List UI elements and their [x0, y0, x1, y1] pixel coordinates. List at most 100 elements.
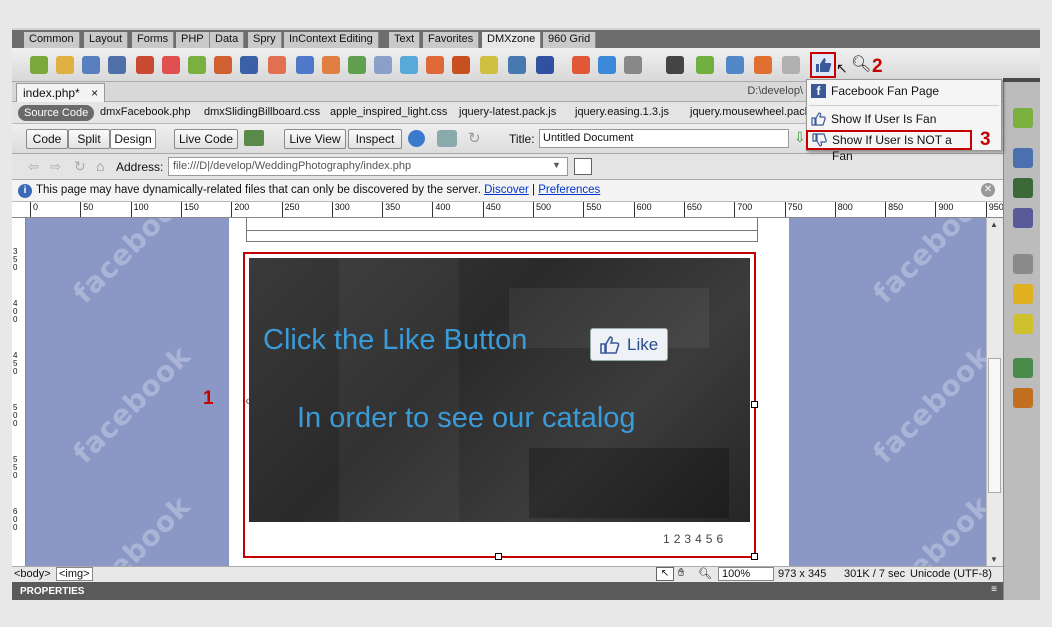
tab-960-grid[interactable]: 960 Grid	[543, 32, 597, 48]
title-input[interactable]: Untitled Document	[539, 129, 789, 148]
table-icon[interactable]	[56, 56, 74, 74]
list-icon[interactable]	[348, 56, 366, 74]
briefcase-icon[interactable]	[1013, 388, 1033, 408]
database-icon[interactable]	[1013, 178, 1033, 198]
form-icon[interactable]	[322, 56, 340, 74]
pager-item[interactable]: 6	[716, 532, 727, 546]
widget-icon[interactable]	[188, 56, 206, 74]
tab-forms[interactable]: Forms	[132, 32, 175, 48]
tab-text[interactable]: Text	[389, 32, 421, 48]
related-file[interactable]: dmxFacebook.php	[100, 106, 191, 118]
check-page-icon[interactable]	[244, 130, 264, 146]
pager-item[interactable]: 3	[684, 532, 695, 546]
pager-item[interactable]: 2	[674, 532, 685, 546]
forward-icon[interactable]: ⇨	[50, 159, 61, 175]
sitemap-icon[interactable]	[1013, 358, 1033, 378]
tab-data[interactable]: Data	[210, 32, 245, 48]
visual-aids-icon[interactable]	[437, 130, 457, 147]
related-file[interactable]: dmxSlidingBillboard.css	[204, 106, 320, 118]
picture-icon[interactable]	[536, 56, 554, 74]
document-icon[interactable]	[782, 56, 800, 74]
media-icon[interactable]	[162, 56, 180, 74]
menu-item-show-if-fan[interactable]: Show If User Is Fan	[807, 109, 1001, 129]
file-icon[interactable]	[1013, 254, 1033, 274]
options-icon[interactable]	[574, 158, 592, 175]
zoom-icon[interactable]: 🔍︎	[698, 567, 712, 580]
edit-icon[interactable]	[374, 56, 392, 74]
chart-icon[interactable]	[696, 56, 714, 74]
fullscreen-icon[interactable]	[726, 56, 744, 74]
tab-common[interactable]: Common	[24, 32, 80, 48]
home-icon[interactable]: ⌂	[96, 158, 104, 174]
panel-options-icon[interactable]: ≡	[991, 584, 997, 595]
rss-icon[interactable]	[426, 56, 444, 74]
like-button[interactable]: Like	[590, 328, 668, 361]
network-icon[interactable]	[108, 56, 126, 74]
source-code-button[interactable]: Source Code	[18, 105, 95, 121]
flask-icon[interactable]	[1013, 108, 1033, 128]
pager-item[interactable]: 4	[695, 532, 706, 546]
gallery-icon[interactable]	[452, 56, 470, 74]
search-icon[interactable]: 🔍︎	[851, 54, 871, 74]
refresh-icon[interactable]: ↻	[468, 129, 481, 147]
resize-handle[interactable]	[751, 553, 758, 560]
film-icon[interactable]	[136, 56, 154, 74]
related-file[interactable]: jquery.easing.1.3.js	[575, 106, 669, 118]
scroll-thumb[interactable]	[988, 358, 1001, 493]
billboard-image[interactable]: Click the Like Button Like In order to s…	[249, 258, 750, 522]
related-file[interactable]: jquery.mousewheel.pack	[690, 106, 810, 118]
menu-item-show-if-not-fan[interactable]: Show If User Is NOT a Fan	[806, 130, 972, 163]
menu-item-facebook-fan-page[interactable]: f Facebook Fan Page	[807, 81, 1001, 101]
facebook-like-icon[interactable]	[810, 52, 836, 78]
billboard-selection[interactable]: Click the Like Button Like In order to s…	[243, 252, 758, 560]
refresh-icon[interactable]	[82, 56, 100, 74]
lightning-icon[interactable]	[1013, 314, 1033, 334]
binding-icon[interactable]	[1013, 208, 1033, 228]
blocks-icon[interactable]	[1013, 148, 1033, 168]
slideshow-icon[interactable]	[400, 56, 418, 74]
resize-handle[interactable]	[495, 553, 502, 560]
inspect-button[interactable]: Inspect	[348, 129, 402, 149]
assets-icon[interactable]	[1013, 284, 1033, 304]
properties-panel-header[interactable]: PROPERTIES ≡	[12, 582, 1003, 600]
address-input[interactable]: file:///D|/develop/WeddingPhotography/in…	[168, 157, 568, 176]
vertical-scrollbar[interactable]: ▲ ▼	[986, 218, 1003, 566]
book-icon[interactable]	[480, 56, 498, 74]
tab-incontext-editing[interactable]: InContext Editing	[284, 32, 379, 48]
split-view-button[interactable]: Split	[68, 129, 110, 149]
related-file[interactable]: jquery-latest.pack.js	[459, 106, 556, 118]
code-view-button[interactable]: Code	[26, 129, 68, 149]
tab-favorites[interactable]: Favorites	[423, 32, 480, 48]
tag-selector-active[interactable]: <img>	[56, 567, 93, 581]
zoom-select[interactable]: 100%	[718, 567, 774, 581]
pager-item[interactable]: 1	[663, 532, 674, 546]
scroll-down-icon[interactable]: ▼	[990, 555, 998, 564]
twitter-icon[interactable]	[598, 56, 616, 74]
grid-icon[interactable]	[296, 56, 314, 74]
design-canvas[interactable]: facebook facebook facebook facebook face…	[26, 218, 986, 566]
pager-item[interactable]: 5	[706, 532, 717, 546]
live-view-button[interactable]: Live View	[284, 129, 346, 149]
tab-spry[interactable]: Spry	[248, 32, 282, 48]
window-icon[interactable]	[572, 56, 590, 74]
close-icon[interactable]: ✕	[981, 183, 995, 197]
bookmark-icon[interactable]	[268, 56, 286, 74]
swap-icon[interactable]	[754, 56, 772, 74]
clapperboard-icon[interactable]	[666, 56, 684, 74]
prev-arrow-icon[interactable]: ‹	[245, 392, 250, 408]
live-code-button[interactable]: Live Code	[174, 129, 238, 149]
table-block[interactable]	[246, 218, 758, 242]
design-view-button[interactable]: Design	[110, 129, 156, 149]
preferences-link[interactable]: Preferences	[538, 184, 600, 196]
scroll-up-icon[interactable]: ▲	[990, 220, 998, 229]
hand-icon[interactable]: ✋︎	[678, 567, 684, 580]
discover-link[interactable]: Discover	[484, 184, 529, 196]
download-icon[interactable]: ⇩	[794, 129, 806, 146]
calendar-icon[interactable]	[214, 56, 232, 74]
reload-icon[interactable]: ↻	[74, 158, 86, 175]
resize-handle[interactable]	[751, 401, 758, 408]
back-icon[interactable]: ⇦	[28, 159, 39, 175]
close-icon[interactable]: ×	[91, 86, 98, 100]
headphones-icon[interactable]	[624, 56, 642, 74]
tab-php[interactable]: PHP	[176, 32, 210, 48]
